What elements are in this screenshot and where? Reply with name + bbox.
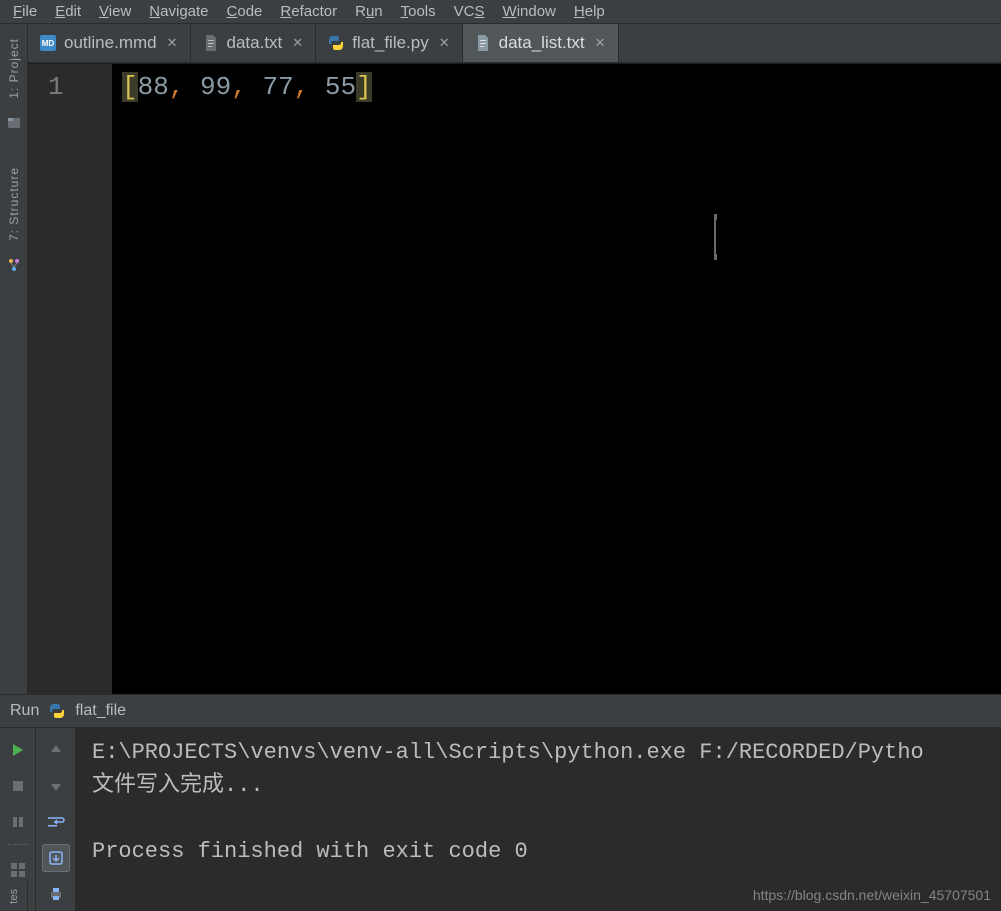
pause-button[interactable] <box>4 808 32 836</box>
up-stack-button[interactable] <box>42 736 70 764</box>
tab-label: flat_file.py <box>352 33 429 53</box>
project-icon <box>6 115 22 131</box>
run-tool-header: Run flat_file <box>0 694 1001 728</box>
menu-view-label: iew <box>109 3 132 20</box>
editor-tabs: MD outline.mmd ✕ data.txt ✕ flat_file.py… <box>28 24 1001 63</box>
watermark-text: https://blog.csdn.net/weixin_45707501 <box>753 887 991 903</box>
favorites-tool-button[interactable]: tes <box>0 881 28 911</box>
tab-label: outline.mmd <box>64 33 157 53</box>
scroll-to-end-button[interactable] <box>42 844 70 872</box>
menu-window-label: indow <box>517 3 556 20</box>
stop-button[interactable] <box>4 772 32 800</box>
tab-outline-mmd[interactable]: MD outline.mmd ✕ <box>28 24 191 62</box>
down-stack-button[interactable] <box>42 772 70 800</box>
soft-wrap-button[interactable] <box>42 808 70 836</box>
menu-code-label: ode <box>237 3 262 20</box>
menu-window[interactable]: Window <box>494 1 565 22</box>
menu-refactor-label: efactor <box>291 3 337 20</box>
run-toolbar-secondary <box>36 728 76 911</box>
menu-edit[interactable]: Edit <box>46 1 90 22</box>
menu-file-label: ile <box>22 3 37 20</box>
close-icon[interactable]: ✕ <box>290 35 303 51</box>
menu-tools-label: ools <box>408 3 436 20</box>
run-button[interactable] <box>4 736 32 764</box>
layout-button[interactable] <box>4 856 32 884</box>
python-file-icon <box>49 703 65 719</box>
line-number: 1 <box>48 72 112 102</box>
menu-help-label: elp <box>585 3 605 20</box>
text-file-icon <box>203 35 219 51</box>
menu-bar: File Edit View Navigate Code Refactor Ru… <box>0 0 1001 24</box>
close-icon[interactable]: ✕ <box>437 35 450 51</box>
tab-label: data.txt <box>227 33 283 53</box>
tab-label: data_list.txt <box>499 33 585 53</box>
python-file-icon <box>328 35 344 51</box>
menu-vcs[interactable]: VCS <box>445 1 494 22</box>
menu-run-label: n <box>374 3 382 20</box>
menu-tools[interactable]: Tools <box>392 1 445 22</box>
menu-edit-label: dit <box>65 3 81 20</box>
menu-refactor[interactable]: Refactor <box>271 1 346 22</box>
tab-flat-file-py[interactable]: flat_file.py ✕ <box>316 24 462 62</box>
run-title: Run <box>10 702 39 720</box>
editor-area[interactable]: 1 [88, 99, 77, 55] <box>28 63 1001 694</box>
branch-icon <box>6 257 22 273</box>
tab-data-list-txt[interactable]: data_list.txt ✕ <box>463 24 619 62</box>
text-file-icon <box>475 35 491 51</box>
close-icon[interactable]: ✕ <box>165 35 178 51</box>
structure-tool-button[interactable]: 7: Structure <box>7 167 21 241</box>
run-config-name: flat_file <box>75 702 126 720</box>
line-gutter: 1 <box>28 64 112 694</box>
close-icon[interactable]: ✕ <box>593 35 606 51</box>
menu-help[interactable]: Help <box>565 1 614 22</box>
menu-run[interactable]: Run <box>346 1 392 22</box>
mmd-file-icon: MD <box>40 35 56 51</box>
console-output[interactable]: E:\PROJECTS\venvs\venv-all\Scripts\pytho… <box>76 728 1001 911</box>
menu-view[interactable]: View <box>90 1 140 22</box>
print-button[interactable] <box>42 880 70 908</box>
left-tool-stripe: 1: Project 7: Structure <box>0 24 28 694</box>
menu-navigate-label: avigate <box>160 3 208 20</box>
menu-file[interactable]: File <box>4 1 46 22</box>
project-tool-button[interactable]: 1: Project <box>7 38 21 99</box>
code-content[interactable]: [88, 99, 77, 55] <box>112 64 1001 694</box>
run-tool-window: E:\PROJECTS\venvs\venv-all\Scripts\pytho… <box>0 728 1001 911</box>
menu-code[interactable]: Code <box>218 1 272 22</box>
tab-data-txt[interactable]: data.txt ✕ <box>191 24 317 62</box>
menu-navigate[interactable]: Navigate <box>140 1 217 22</box>
